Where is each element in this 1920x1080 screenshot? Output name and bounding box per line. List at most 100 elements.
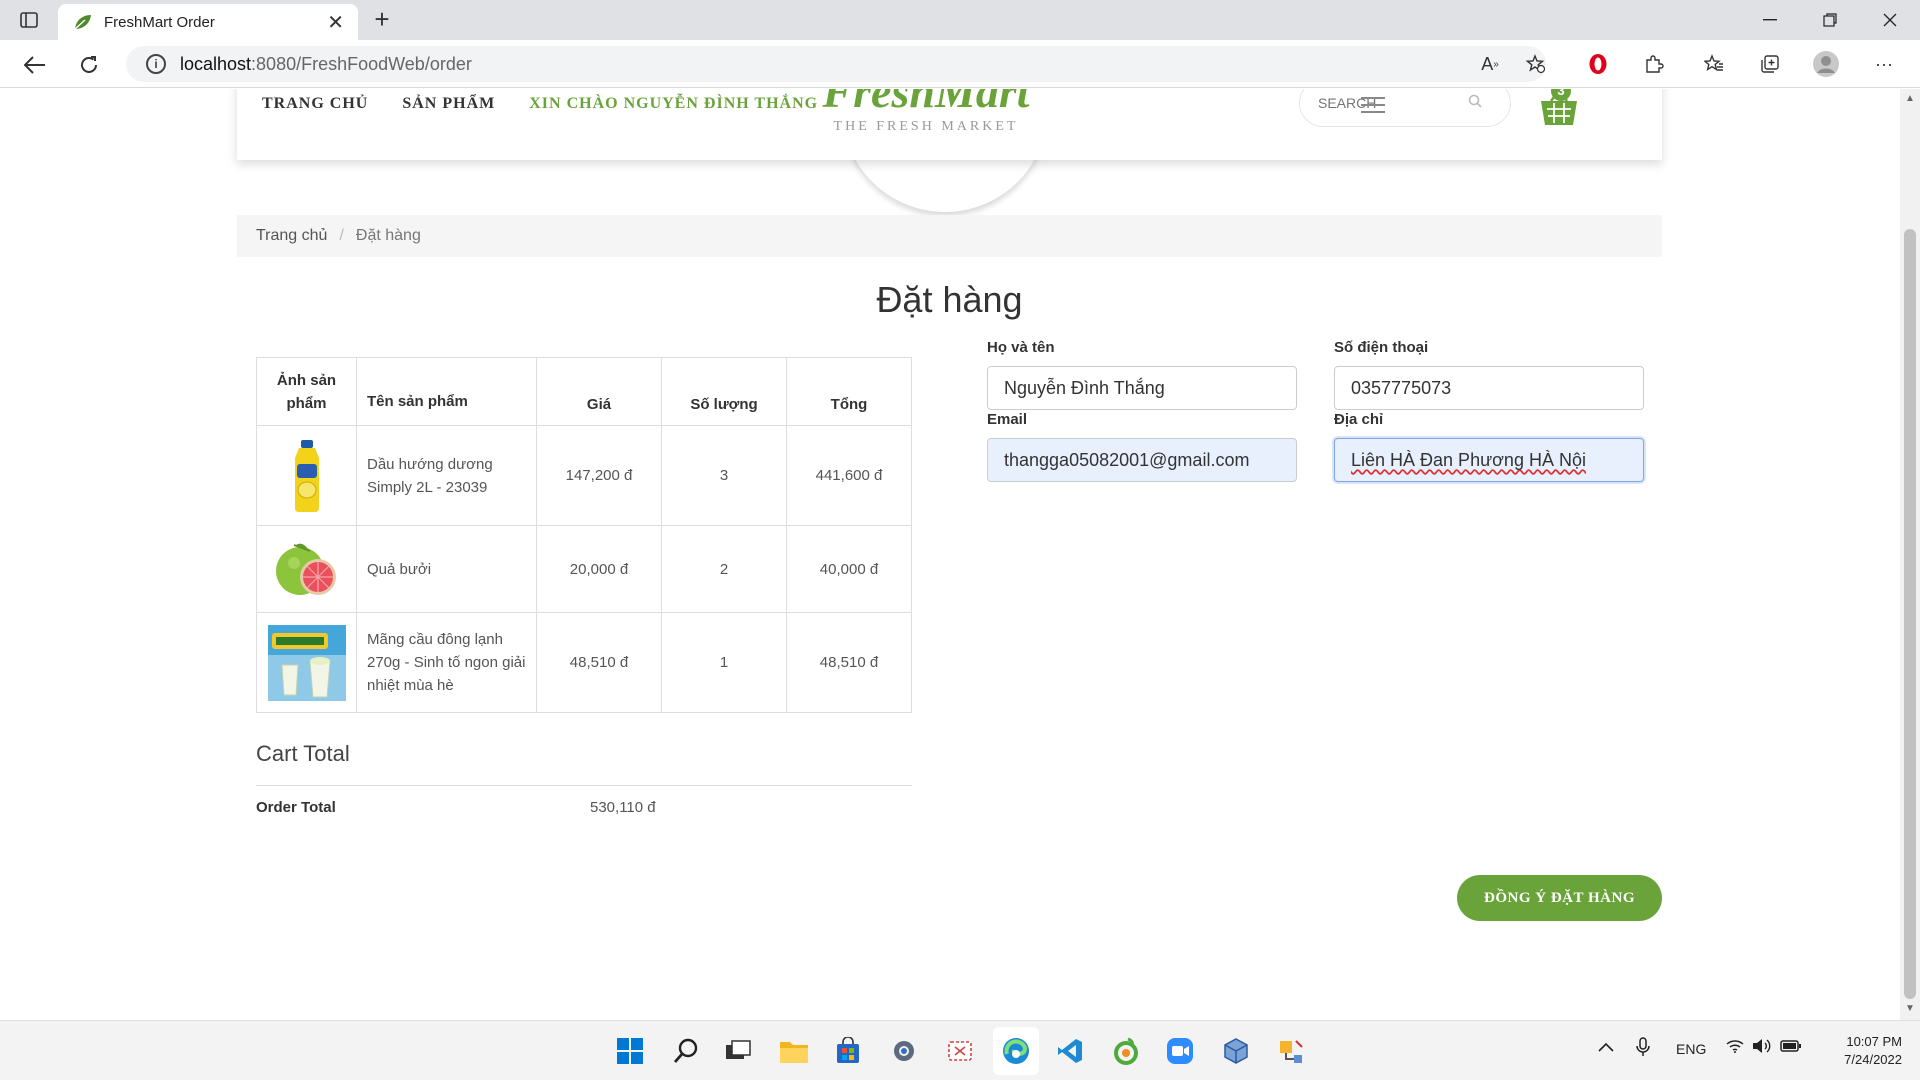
network-tool-icon[interactable]	[1274, 1035, 1306, 1067]
back-arrow-icon[interactable]	[20, 50, 50, 80]
header-price: Giá	[536, 357, 662, 426]
phone-field[interactable]: 0357775073	[1334, 366, 1644, 410]
table-row: Mãng cầu đông lạnh 270g - Sinh tố ngon g…	[256, 612, 912, 713]
product-qty: 2	[661, 525, 787, 613]
order-total-value: 530,110 đ	[590, 799, 656, 816]
settings-more-icon[interactable]: ···	[1870, 50, 1898, 78]
task-view-icon[interactable]	[722, 1035, 754, 1067]
restore-button[interactable]	[1800, 0, 1860, 40]
search-taskbar-icon[interactable]	[670, 1035, 702, 1067]
cart-button[interactable]: 3	[1537, 89, 1581, 127]
site-header: TRANG CHỦ SẢN PHẨM XIN CHÀO NGUYỄN ĐÌNH …	[237, 89, 1662, 160]
close-window-button[interactable]	[1860, 0, 1920, 40]
virtualbox-icon[interactable]	[1220, 1035, 1252, 1067]
page-viewport: TRANG CHỦ SẢN PHẨM XIN CHÀO NGUYỄN ĐÌNH …	[0, 89, 1900, 1020]
opera-extension-icon[interactable]	[1584, 50, 1612, 78]
collections-icon[interactable]	[1756, 50, 1784, 78]
microphone-icon[interactable]	[1636, 1037, 1650, 1060]
coccoc-browser-icon[interactable]	[1110, 1035, 1142, 1067]
name-field[interactable]: Nguyễn Đình Thắng	[987, 366, 1297, 410]
product-image-cell	[256, 612, 357, 713]
scroll-up-icon[interactable]: ▲	[1904, 93, 1916, 104]
browser-tab-active[interactable]: FreshMart Order ✕	[58, 4, 358, 40]
site-info-icon[interactable]: i	[146, 54, 166, 74]
refresh-icon[interactable]	[74, 50, 104, 80]
order-total-label: Order Total	[256, 799, 336, 816]
minimize-button[interactable]	[1740, 0, 1800, 40]
product-name: Dầu hướng dương Simply 2L - 23039	[356, 425, 537, 526]
product-price: 48,510 đ	[536, 612, 662, 713]
header-name: Tên sản phẩm	[356, 357, 537, 426]
product-name: Quả bưởi	[356, 525, 537, 613]
header-qty: Số lượng	[661, 357, 787, 426]
settings-gear-icon[interactable]	[888, 1035, 920, 1067]
scrollbar-thumb[interactable]	[1904, 229, 1916, 999]
address-field[interactable]: Liên HÀ Đan Phương HÀ Nội	[1334, 438, 1644, 482]
breadcrumb-separator: /	[339, 227, 344, 244]
phone-label: Số điện thoại	[1334, 339, 1429, 356]
site-logo[interactable]: FreshMart THE FRESH MARKET	[817, 89, 1035, 135]
header-image: Ảnh sản phẩm	[256, 357, 357, 426]
tab-title: FreshMart Order	[104, 13, 215, 31]
tab-close-icon[interactable]: ✕	[327, 10, 344, 35]
battery-icon[interactable]	[1780, 1039, 1802, 1056]
search-icon[interactable]	[1468, 94, 1482, 113]
breadcrumb-home-link[interactable]: Trang chủ	[256, 227, 327, 245]
tab-actions-icon[interactable]	[16, 8, 42, 32]
menu-hamburger-icon[interactable]	[1361, 97, 1385, 115]
frozen-soursop-image	[267, 624, 346, 701]
zoom-app-icon[interactable]	[1164, 1035, 1196, 1067]
system-clock[interactable]: 10:07 PM 7/24/2022	[1812, 1033, 1902, 1069]
breadcrumb: Trang chủ / Đặt hàng	[237, 215, 1662, 257]
pomelo-image	[275, 543, 336, 595]
product-price: 20,000 đ	[536, 525, 662, 613]
search-input[interactable]	[1318, 95, 1468, 111]
page-title: Đặt hàng	[876, 279, 1023, 320]
sunflower-oil-bottle-image	[294, 439, 319, 512]
page-scrollbar[interactable]: ▲ ▼	[1900, 89, 1920, 1020]
product-image-cell	[256, 525, 357, 613]
product-qty: 3	[661, 425, 787, 526]
logo-tagline: THE FRESH MARKET	[833, 119, 1019, 134]
name-label: Họ và tên	[987, 339, 1055, 356]
header-total: Tổng	[786, 357, 912, 426]
main-nav: TRANG CHỦ SẢN PHẨM XIN CHÀO NGUYỄN ĐÌNH …	[262, 95, 818, 113]
product-image-cell	[256, 425, 357, 526]
address-value: Liên HÀ Đan Phương HÀ Nội	[1351, 449, 1586, 470]
read-aloud-icon[interactable]: A»	[1476, 50, 1504, 78]
place-order-button[interactable]: ĐỒNG Ý ĐẶT HÀNG	[1457, 875, 1662, 921]
new-tab-button[interactable]: +	[368, 6, 396, 34]
url-path: :8080/FreshFoodWeb/order	[251, 53, 472, 74]
leaf-favicon-icon	[72, 11, 94, 33]
scroll-down-icon[interactable]: ▼	[1904, 1003, 1916, 1014]
favorite-add-icon[interactable]	[1522, 50, 1550, 78]
nav-home-link[interactable]: TRANG CHỦ	[262, 95, 368, 113]
product-total: 40,000 đ	[786, 525, 912, 613]
profile-avatar-icon[interactable]	[1812, 50, 1840, 78]
clock-date: 7/24/2022	[1844, 1052, 1902, 1067]
email-field[interactable]: thangga05082001@gmail.com	[987, 438, 1297, 482]
show-hidden-icons-chevron[interactable]	[1598, 1039, 1614, 1055]
edge-browser-icon[interactable]	[1000, 1035, 1032, 1067]
windows-start-icon[interactable]	[614, 1035, 646, 1067]
table-header-row: Ảnh sản phẩm Tên sản phẩm Giá Số lượng T…	[256, 357, 912, 426]
volume-icon[interactable]	[1752, 1038, 1772, 1057]
order-table: Ảnh sản phẩm Tên sản phẩm Giá Số lượng T…	[256, 357, 912, 713]
user-greeting-link[interactable]: XIN CHÀO NGUYỄN ĐÌNH THẮNG	[529, 95, 818, 113]
nav-products-link[interactable]: SẢN PHẨM	[402, 95, 495, 113]
table-row: Dầu hướng dương Simply 2L - 23039 147,20…	[256, 425, 912, 526]
microsoft-store-icon[interactable]	[832, 1035, 864, 1067]
snipping-tool-icon[interactable]	[944, 1035, 976, 1067]
search-box	[1299, 89, 1511, 127]
file-explorer-icon[interactable]	[778, 1035, 810, 1067]
table-row: Quả bưởi 20,000 đ 2 40,000 đ	[256, 525, 912, 613]
address-bar[interactable]: i localhost :8080/FreshFoodWeb/order	[126, 46, 1546, 82]
vscode-icon[interactable]	[1054, 1035, 1086, 1067]
breadcrumb-current: Đặt hàng	[355, 227, 421, 244]
extensions-icon[interactable]	[1640, 50, 1668, 78]
product-price: 147,200 đ	[536, 425, 662, 526]
wifi-icon[interactable]	[1726, 1039, 1744, 1056]
input-language-indicator[interactable]: ENG	[1676, 1041, 1706, 1057]
email-label: Email	[987, 411, 1028, 428]
favorites-icon[interactable]	[1700, 50, 1728, 78]
